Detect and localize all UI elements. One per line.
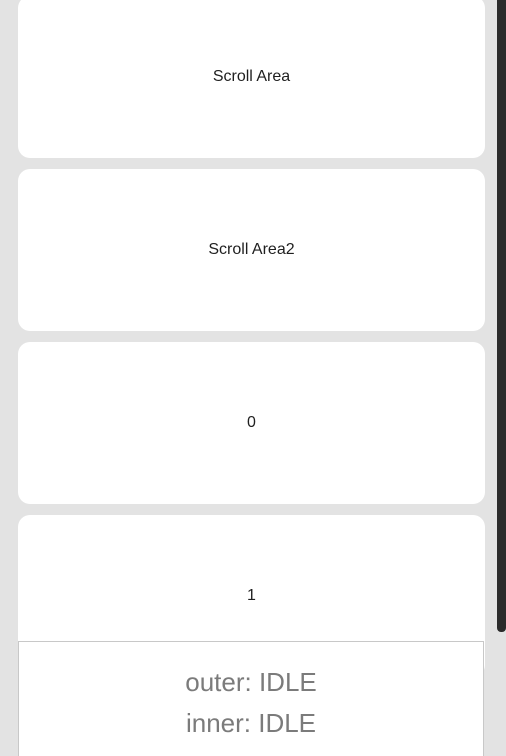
status-panel: outer: IDLE inner: IDLE bbox=[18, 641, 484, 756]
list-item[interactable]: 0 bbox=[18, 342, 485, 504]
list-item-label: 0 bbox=[247, 414, 256, 431]
list-item-label: 1 bbox=[247, 587, 256, 604]
screen: Scroll Area Scroll Area2 0 1 outer: IDLE… bbox=[0, 0, 506, 756]
inner-status-text: inner: IDLE bbox=[185, 708, 317, 738]
outer-status-text: outer: IDLE bbox=[185, 667, 317, 697]
scrollbar[interactable] bbox=[497, 0, 506, 632]
list-item-label: Scroll Area bbox=[212, 68, 291, 85]
list-item[interactable]: Scroll Area bbox=[18, 0, 485, 158]
list-item[interactable]: Scroll Area2 bbox=[18, 169, 485, 331]
list-item-label: Scroll Area2 bbox=[208, 241, 295, 258]
